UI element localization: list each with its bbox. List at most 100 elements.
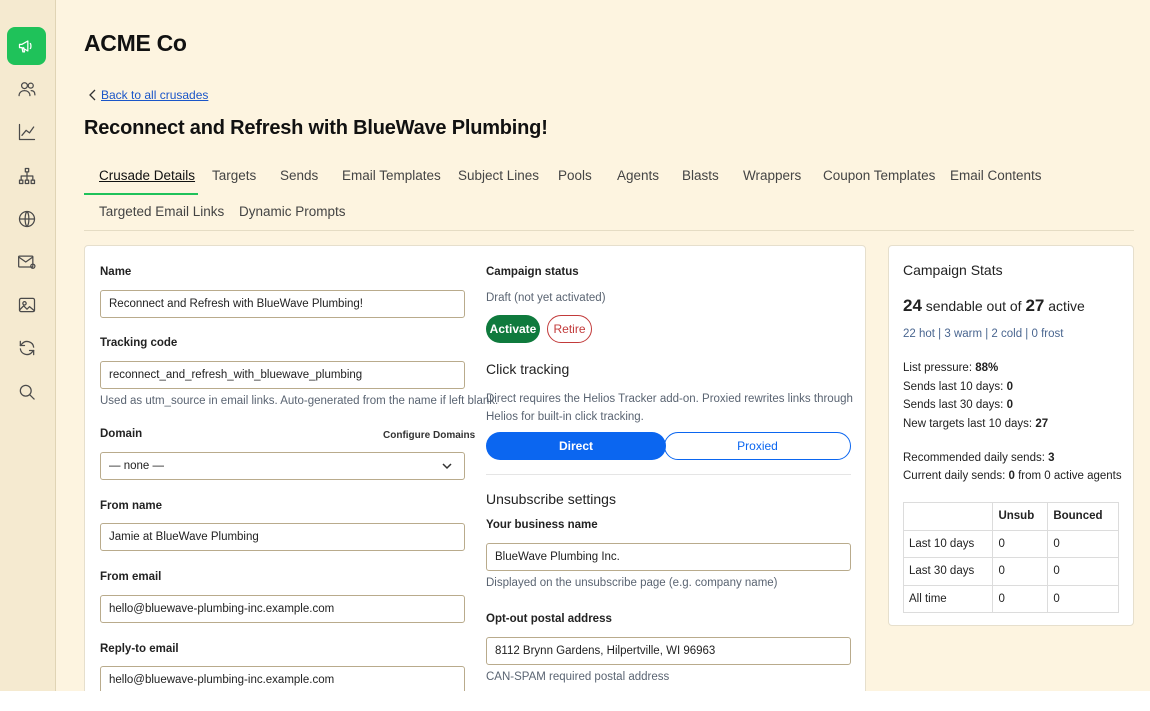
app-viewport: ACME Co Back to all crusades Reconnect a… [0,0,1150,691]
nav-campaigns[interactable] [7,27,46,65]
nav-domains[interactable] [7,200,46,238]
sidebar [0,0,56,691]
click-tracking-help-2: Helios for built-in click tracking. [486,411,644,423]
tab-email-templates[interactable]: Email Templates [342,168,441,183]
chart-icon [18,123,35,141]
proxied-toggle[interactable]: Proxied [664,432,851,460]
nav-search[interactable] [7,373,46,411]
table-row: All time 0 0 [902,584,1119,613]
reply-to-input[interactable]: hello@bluewave-plumbing-inc.example.com [100,666,465,691]
tab-agents[interactable]: Agents [617,168,659,183]
configure-domains-link[interactable]: Configure Domains [383,430,475,441]
nav-analytics[interactable] [7,113,46,151]
name-input[interactable]: Reconnect and Refresh with BlueWave Plum… [100,290,465,318]
reply-to-label: Reply-to email [100,643,179,655]
sends-10-days: Sends last 10 days: 0 [903,381,1013,393]
tracking-code-help: Used as utm_source in email links. Auto-… [100,395,499,407]
tab-dynamic-prompts[interactable]: Dynamic Prompts [239,204,346,219]
current-daily-sends: Current daily sends: 0 from 0 active age… [903,470,1122,482]
campaign-stats-title: Campaign Stats [903,262,1003,278]
unsubscribe-settings-title: Unsubscribe settings [486,491,616,507]
postal-address-input[interactable]: 8112 Brynn Gardens, Hilpertville, WI 969… [486,637,851,665]
list-pressure: List pressure: 88% [903,362,998,374]
mail-at-icon [17,255,36,269]
back-link[interactable]: Back to all crusades [88,88,208,102]
recommended-daily-sends: Recommended daily sends: 3 [903,452,1055,464]
sendable-text: sendable out of [921,298,1026,314]
new-targets: New targets last 10 days: 27 [903,418,1048,430]
business-name-label: Your business name [486,519,598,531]
temperature-breakdown: 22 hot | 3 warm | 2 cold | 0 frost [903,328,1064,340]
cur-daily-suffix: from 0 active agents [1014,470,1122,482]
sendable-count: 24 [903,296,922,315]
sendable-summary: 24 sendable out of 27 active [903,296,1085,316]
tab-targets[interactable]: Targets [212,168,256,183]
rec-daily-label: Recommended daily sends: [903,452,1049,464]
business-name-input[interactable]: BlueWave Plumbing Inc. [486,543,851,571]
from-email-label: From email [100,571,162,583]
refresh-icon [19,340,34,356]
globe-icon [18,210,35,228]
list-pressure-label: List pressure: [903,362,976,374]
back-link-label[interactable]: Back to all crusades [101,88,208,102]
sitemap-icon [18,167,35,185]
tracking-code-input[interactable]: reconnect_and_refresh_with_bluewave_plum… [100,361,465,389]
active-text: active [1044,298,1085,314]
campaign-status-text: Draft (not yet activated) [486,292,606,304]
table-cell: Last 30 days [902,557,994,586]
tab-coupon-templates[interactable]: Coupon Templates [823,168,935,183]
search-icon [19,384,35,400]
table-cell: 0 [992,557,1049,586]
table-header-row: Unsub Bounced [902,502,1119,531]
click-tracking-help-1: Direct requires the Helios Tracker add-o… [486,393,853,405]
new-targets-label: New targets last 10 days: [903,418,1036,430]
tab-subject-lines[interactable]: Subject Lines [458,168,539,183]
table-header [902,502,994,531]
sends-30-days: Sends last 30 days: 0 [903,399,1013,411]
domain-label: Domain [100,428,143,440]
nav-media[interactable] [7,286,46,324]
tab-sends[interactable]: Sends [280,168,318,183]
name-label: Name [100,266,132,278]
nav-email[interactable] [7,243,46,281]
image-icon [18,297,35,313]
users-icon [17,82,36,97]
chevron-down-icon [442,463,452,470]
sends-10-label: Sends last 10 days: [903,381,1007,393]
business-name-help: Displayed on the unsubscribe page (e.g. … [486,577,778,589]
page-title: Reconnect and Refresh with BlueWave Plum… [84,117,548,139]
activate-button[interactable]: Activate [486,315,540,343]
table-cell: 0 [1047,529,1119,558]
section-divider [486,474,851,475]
nav-sync[interactable] [7,329,46,367]
domain-select[interactable]: — none — [100,452,465,480]
table-cell: Last 10 days [902,529,994,558]
nav-org[interactable] [7,157,46,195]
tab-targeted-email-links[interactable]: Targeted Email Links [99,204,224,219]
active-tab-indicator [84,193,198,195]
postal-address-help: CAN-SPAM required postal address [486,671,670,683]
sends-30-label: Sends last 30 days: [903,399,1007,411]
tab-wrappers[interactable]: Wrappers [743,168,801,183]
nav-contacts[interactable] [7,70,46,108]
retire-button[interactable]: Retire [547,315,592,343]
domain-select-value: — none — [109,460,164,472]
chevron-left-icon [89,89,96,101]
table-cell: 0 [992,529,1049,558]
tab-pools[interactable]: Pools [558,168,592,183]
tab-blasts[interactable]: Blasts [682,168,719,183]
from-name-label: From name [100,500,162,512]
tab-email-contents[interactable]: Email Contents [950,168,1042,183]
postal-address-label: Opt-out postal address [486,613,612,625]
list-pressure-value: 88% [975,362,999,374]
from-name-input[interactable]: Jamie at BlueWave Plumbing [100,523,465,551]
table-header: Unsub [992,502,1049,531]
tab-crusade-details[interactable]: Crusade Details [99,168,195,183]
direct-toggle[interactable]: Direct [486,432,666,460]
campaign-status-label: Campaign status [486,266,579,278]
megaphone-icon [18,40,32,53]
click-tracking-title: Click tracking [486,361,570,377]
tracking-code-label: Tracking code [100,337,178,349]
unsub-bounce-table: Unsub Bounced Last 10 days 0 0 Last 30 d… [902,502,1119,613]
from-email-input[interactable]: hello@bluewave-plumbing-inc.example.com [100,595,465,623]
